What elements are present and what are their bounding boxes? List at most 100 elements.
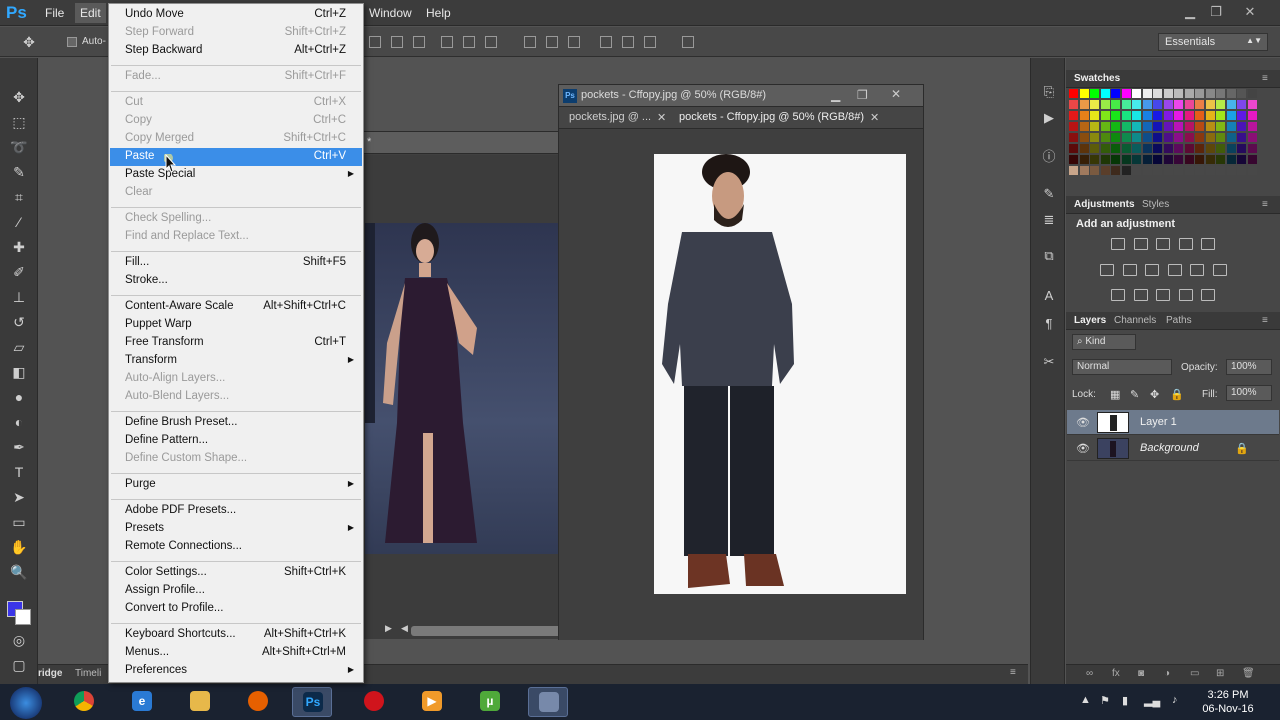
color-swatch[interactable] [1226, 89, 1236, 98]
color-swatch[interactable] [1132, 133, 1141, 142]
minimize-icon[interactable]: ▁ [1180, 4, 1200, 20]
color-swatch[interactable] [1163, 89, 1173, 98]
lock-all-icon[interactable]: 🔒 [1170, 388, 1184, 401]
color-swatch[interactable] [1184, 100, 1194, 109]
color-swatch[interactable] [1195, 155, 1204, 164]
taskbar-utorrent[interactable]: µ [470, 687, 510, 717]
color-swatch[interactable] [1111, 144, 1120, 153]
color-swatch[interactable] [1153, 155, 1162, 164]
color-swatch[interactable] [1069, 166, 1078, 175]
taskbar-media[interactable]: ▶ [412, 687, 452, 717]
color-swatch[interactable] [1237, 111, 1246, 120]
color-swatch[interactable] [1237, 100, 1246, 109]
color-swatch[interactable] [1100, 144, 1110, 153]
marquee-tool-icon[interactable]: ⬚ [10, 113, 28, 131]
color-swatch[interactable] [1153, 133, 1162, 142]
trash-icon[interactable]: 🗑 [1242, 668, 1255, 679]
color-swatch[interactable] [1195, 122, 1204, 131]
color-swatch[interactable] [1069, 155, 1078, 164]
color-swatch[interactable] [1090, 155, 1099, 164]
color-swatch[interactable] [1111, 155, 1120, 164]
exposure-icon[interactable] [1178, 238, 1193, 250]
lock-position-icon[interactable]: ✥ [1150, 388, 1159, 401]
align-right-icon[interactable] [485, 36, 497, 48]
color-swatch[interactable] [1247, 100, 1257, 109]
color-swatch[interactable] [1153, 122, 1162, 131]
color-swatch[interactable] [1079, 144, 1089, 153]
color-swatch[interactable] [1090, 133, 1099, 142]
quick-select-tool-icon[interactable]: ✎ [10, 163, 28, 181]
new-layer-icon[interactable]: ⊞ [1216, 668, 1224, 679]
menu-file[interactable]: File [45, 6, 64, 20]
tab-adjustments[interactable]: Adjustments [1074, 199, 1135, 210]
tab-timeline[interactable]: Timeli [75, 668, 101, 679]
quick-mask-icon[interactable]: ◎ [10, 631, 28, 649]
align-left-icon[interactable] [441, 36, 453, 48]
color-swatch[interactable] [1079, 166, 1089, 175]
color-swatch[interactable] [1079, 111, 1089, 120]
color-swatch[interactable] [1195, 133, 1204, 142]
color-swatch[interactable] [1247, 155, 1257, 164]
auto-select-checkbox[interactable] [67, 37, 77, 47]
tab-channels[interactable]: Channels [1114, 315, 1156, 326]
menu-item-preferences[interactable]: Preferences ▶ [110, 662, 362, 680]
color-swatch[interactable] [1100, 155, 1110, 164]
color-swatch[interactable] [1163, 111, 1173, 120]
panel-menu-icon[interactable]: ≡ [1262, 199, 1268, 210]
menu-item-transform[interactable]: Transform ▶ [110, 352, 362, 370]
color-swatch[interactable] [1237, 133, 1246, 142]
workspace-switcher[interactable]: Essentials ▲▼ [1158, 33, 1268, 51]
color-swatch[interactable] [1132, 100, 1141, 109]
color-swatch[interactable] [1100, 133, 1110, 142]
color-swatch[interactable] [1163, 100, 1173, 109]
fill-input[interactable]: 100% [1226, 385, 1272, 401]
color-swatch[interactable] [1121, 133, 1131, 142]
network-icon[interactable]: ⚑ [1100, 694, 1110, 707]
panel-menu-icon[interactable]: ≡ [1262, 73, 1268, 84]
menu-item-paste[interactable]: Paste Ctrl+V [110, 148, 362, 166]
lock-pixels-icon[interactable]: ✎ [1130, 388, 1139, 401]
color-swatch[interactable] [1184, 155, 1194, 164]
distribute-left-icon[interactable] [600, 36, 612, 48]
color-swatch[interactable] [1079, 133, 1089, 142]
color-swatch[interactable] [1090, 89, 1099, 98]
align-center-icon[interactable] [463, 36, 475, 48]
color-swatch[interactable] [1163, 144, 1173, 153]
color-swatch[interactable] [1079, 100, 1089, 109]
close-icon[interactable]: ✕ [891, 87, 901, 101]
layer-row[interactable]: 👁 Layer 1 [1067, 410, 1279, 435]
color-swatch[interactable] [1121, 166, 1131, 175]
color-swatch[interactable] [1205, 100, 1215, 109]
distribute-center-icon[interactable] [622, 36, 634, 48]
color-swatch[interactable] [1226, 166, 1236, 175]
color-swatch[interactable] [1163, 155, 1173, 164]
type-tool-icon[interactable]: T [10, 463, 28, 481]
close-icon[interactable]: ✕ [1240, 4, 1260, 20]
color-swatch[interactable] [1069, 133, 1078, 142]
color-swatch[interactable] [1090, 100, 1099, 109]
tool-presets-icon[interactable]: ✂ [1040, 354, 1058, 372]
menu-item-keyboard-shortcuts[interactable]: Keyboard Shortcuts... Alt+Shift+Ctrl+K [110, 626, 362, 644]
color-swatch[interactable] [1111, 89, 1120, 98]
levels-icon[interactable] [1133, 238, 1148, 250]
healing-brush-tool-icon[interactable]: ✚ [10, 238, 28, 256]
pen-tool-icon[interactable]: ✒ [10, 438, 28, 456]
color-swatch[interactable] [1132, 122, 1141, 131]
taskbar-app[interactable] [528, 687, 568, 717]
paragraph-icon[interactable]: ¶ [1040, 316, 1058, 334]
align-bottom-icon[interactable] [413, 36, 425, 48]
color-swatch[interactable] [1069, 89, 1078, 98]
color-swatch[interactable] [1205, 144, 1215, 153]
layer-name[interactable]: Layer 1 [1140, 416, 1177, 428]
color-swatch[interactable] [1079, 155, 1089, 164]
color-swatch[interactable] [1237, 89, 1246, 98]
color-swatch[interactable] [1216, 144, 1225, 153]
color-swatch[interactable] [1205, 89, 1215, 98]
zoom-tool-icon[interactable]: 🔍 [10, 563, 28, 581]
color-swatch[interactable] [1237, 144, 1246, 153]
distribute-right-icon[interactable] [644, 36, 656, 48]
color-swatch[interactable] [1184, 122, 1194, 131]
scroll-left-icon[interactable]: ◀ [401, 623, 408, 634]
color-swatch[interactable] [1142, 166, 1152, 175]
color-swatch[interactable] [1090, 122, 1099, 131]
